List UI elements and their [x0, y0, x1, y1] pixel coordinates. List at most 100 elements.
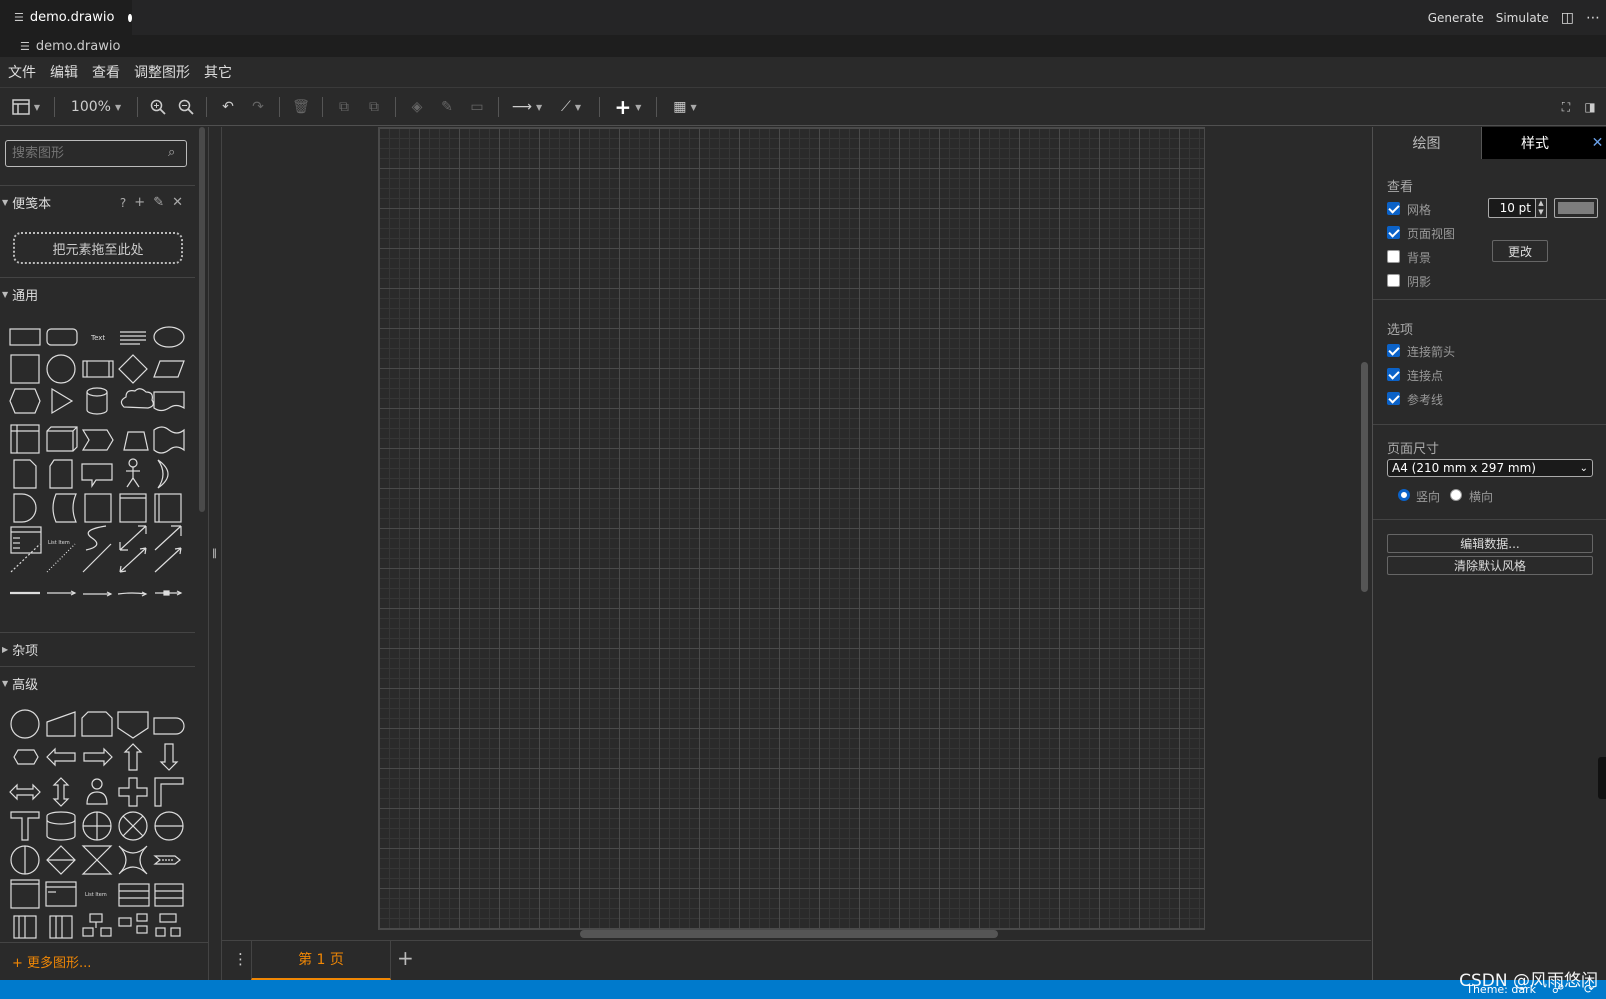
shape-tree-horizontal[interactable]	[118, 913, 148, 934]
shape-data-storage[interactable]	[52, 493, 77, 523]
shape-vertical-double-arrow[interactable]	[52, 777, 70, 807]
page-tab-1[interactable]: 第 1 页	[251, 940, 391, 980]
grid-size-input[interactable]: 10 pt	[1488, 198, 1536, 218]
shape-connector-curved[interactable]	[117, 591, 148, 597]
shape-chevron-chain[interactable]	[153, 855, 181, 865]
shape-user[interactable]	[86, 778, 108, 805]
shape-right-arrow[interactable]	[83, 747, 113, 767]
shape-arrow[interactable]	[154, 525, 182, 551]
drawing-page-grid[interactable]	[378, 127, 1205, 930]
section-general-header[interactable]: ▼ 通用	[0, 277, 195, 311]
shape-or-junction[interactable]	[118, 811, 148, 841]
shape-callout[interactable]	[81, 463, 113, 488]
shape-step[interactable]	[81, 429, 114, 451]
table-button[interactable]: ▦ ▼	[663, 94, 707, 120]
to-front-button[interactable]: ⧉	[329, 94, 359, 120]
shape-table-grid[interactable]	[154, 883, 184, 907]
shape-bidirectional-arrow[interactable]	[119, 525, 147, 551]
more-actions-icon[interactable]: ⋯	[1586, 10, 1600, 26]
shape-internal-storage[interactable]	[10, 424, 40, 454]
shape-document[interactable]	[153, 391, 185, 412]
section-misc-header[interactable]: ▶ 杂项	[0, 632, 195, 666]
shape-offpage-connector[interactable]	[117, 711, 149, 739]
shape-diamond[interactable]	[118, 354, 148, 384]
shape-rectangle[interactable]	[9, 328, 41, 346]
shape-ellipse[interactable]	[153, 326, 185, 348]
shape-corner[interactable]	[154, 777, 184, 807]
scratchpad-header[interactable]: ▼ 便笺本 ? + ✎ ✕	[0, 185, 195, 219]
shape-list-item-adv[interactable]: List Item	[85, 892, 107, 898]
canvas-vertical-scrollbar[interactable]	[1361, 362, 1368, 592]
shape-triangle[interactable]	[51, 387, 74, 415]
shape-connector-middle[interactable]	[155, 590, 183, 596]
shape-or[interactable]	[157, 459, 169, 489]
format-panel-toggle[interactable]: ◨	[1578, 94, 1602, 120]
menu-arrange[interactable]: 调整图形	[134, 62, 190, 82]
undo-button[interactable]: ↶	[213, 94, 243, 120]
edit-data-button[interactable]: 编辑数据...	[1387, 534, 1593, 553]
shape-columns-2[interactable]	[49, 915, 73, 939]
shape-parallelogram[interactable]	[153, 360, 185, 378]
canvas-horizontal-scrollbar[interactable]	[580, 930, 998, 938]
shape-data-store[interactable]	[46, 811, 76, 841]
menu-file[interactable]: 文件	[8, 62, 36, 82]
shape-search-input[interactable]	[5, 140, 187, 167]
add-page-icon[interactable]: +	[397, 946, 414, 970]
shape-star-four[interactable]	[118, 845, 148, 875]
shape-sort[interactable]	[46, 845, 76, 875]
redo-button[interactable]: ↷	[243, 94, 273, 120]
shadow-checkbox[interactable]	[1387, 274, 1400, 287]
page-view-checkbox[interactable]	[1387, 226, 1400, 239]
shape-list[interactable]	[10, 526, 42, 554]
shape-dotted-line[interactable]	[46, 543, 76, 573]
shape-line[interactable]	[82, 543, 112, 573]
shape-down-arrow[interactable]	[159, 743, 179, 771]
more-shapes-button[interactable]: + 更多图形...	[0, 942, 208, 980]
shape-actor[interactable]	[126, 458, 140, 488]
shape-hexagon[interactable]	[9, 388, 41, 414]
close-panel-icon[interactable]: ✕	[1588, 127, 1606, 159]
shape-summing-junction[interactable]	[82, 811, 112, 841]
view-panels-button[interactable]: ▼	[4, 94, 48, 120]
generate-button[interactable]: Generate	[1428, 11, 1484, 25]
clear-default-style-button[interactable]: 清除默认风格	[1387, 556, 1593, 575]
shape-process[interactable]	[82, 360, 114, 378]
shape-connector-arrow[interactable]	[47, 590, 77, 596]
add-icon[interactable]: +	[134, 195, 145, 210]
shape-swimlane[interactable]	[119, 493, 147, 523]
shape-tee[interactable]	[10, 811, 40, 841]
to-back-button[interactable]: ⧉	[359, 94, 389, 120]
zoom-out-button[interactable]	[172, 94, 200, 120]
shape-manual-input[interactable]	[46, 711, 76, 737]
insert-button[interactable]: + ▼	[606, 94, 650, 120]
zoom-in-button[interactable]	[144, 94, 172, 120]
page-size-select[interactable]: A4 (210 mm x 297 mm) ⌄	[1387, 459, 1593, 477]
side-handle[interactable]	[1598, 757, 1606, 799]
pages-menu-icon[interactable]: ⋮	[233, 950, 248, 968]
shape-list-item[interactable]: List Item	[48, 540, 70, 546]
connection-arrows-checkbox[interactable]	[1387, 344, 1400, 357]
shape-delay[interactable]	[13, 493, 37, 523]
shape-table[interactable]	[118, 883, 150, 907]
shape-loop-limit[interactable]	[81, 711, 113, 737]
shape-window[interactable]	[45, 881, 77, 907]
shape-note[interactable]	[13, 459, 37, 489]
breadcrumb-file[interactable]: demo.drawio	[36, 39, 121, 54]
shape-display[interactable]	[153, 717, 185, 735]
zoom-select[interactable]: 100% ▼	[61, 94, 131, 120]
simulate-button[interactable]: Simulate	[1496, 11, 1549, 25]
shape-frame[interactable]	[10, 879, 40, 909]
portrait-radio[interactable]	[1398, 489, 1410, 501]
shape-cloud[interactable]	[120, 388, 154, 409]
shape-cube[interactable]	[46, 426, 78, 452]
shape-text[interactable]: Text	[90, 334, 105, 342]
shape-vertical-lined-circle[interactable]	[10, 845, 40, 875]
sidebar-scrollbar[interactable]	[199, 127, 205, 512]
waypoints-button[interactable]: ⟋ ▼	[549, 94, 593, 120]
shape-card[interactable]	[49, 459, 73, 489]
shape-curve[interactable]	[85, 525, 107, 551]
tab-diagram[interactable]: 绘图	[1373, 127, 1480, 159]
fill-color-button[interactable]: ◈	[402, 94, 432, 120]
background-checkbox[interactable]	[1387, 250, 1400, 263]
menu-view[interactable]: 查看	[92, 62, 120, 82]
